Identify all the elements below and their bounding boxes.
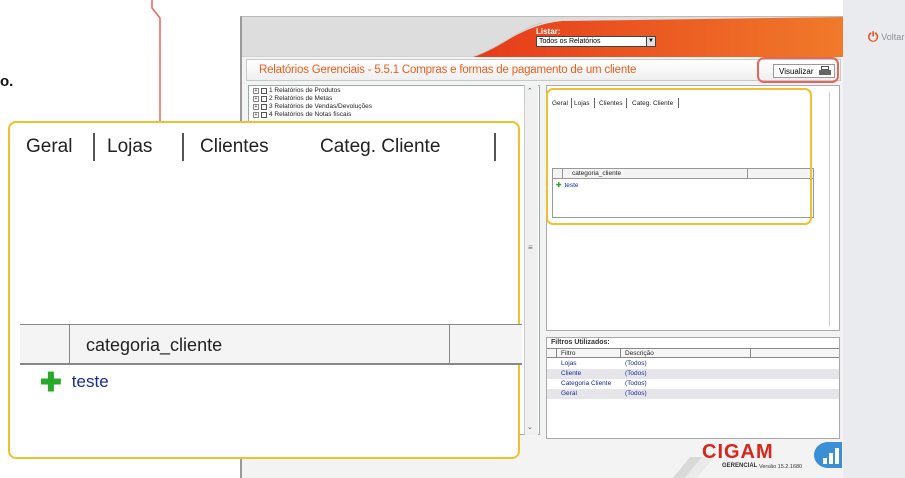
tab-categ-cliente-zoom[interactable]: Categ. Cliente	[320, 136, 440, 158]
categoria-grid-zoom: categoria_cliente ✚ teste	[20, 324, 522, 454]
filtro-descricao: (Todos)	[625, 360, 647, 367]
tree-item-label: 3 Relatórios de Vendas/Devoluções	[269, 103, 372, 110]
filtros-row[interactable]: Geral (Todos)	[547, 389, 839, 399]
scroll-grip-icon[interactable]: ≡	[528, 243, 533, 252]
highlight-box	[546, 88, 812, 225]
listar-label: Listar:	[536, 27, 561, 36]
panel-scrollbar[interactable]	[829, 92, 837, 326]
filtros-header: Filtro Descrição	[547, 348, 839, 358]
chart-bars-icon	[814, 442, 842, 468]
expand-icon[interactable]: +	[253, 95, 259, 102]
tab-geral-zoom[interactable]: Geral	[26, 136, 72, 158]
tab-separator	[93, 133, 95, 161]
tree-scrollbar[interactable]: ⌃ ≡ ⌄	[524, 85, 538, 435]
tree-item[interactable]: + 3 Relatórios de Vendas/Devoluções	[253, 103, 372, 110]
tree-checkbox[interactable]	[261, 95, 267, 102]
filtro-name: Lojas	[561, 360, 577, 367]
filtro-descricao: (Todos)	[625, 390, 647, 397]
filtro-name: Cliente	[561, 370, 582, 377]
voltar-button[interactable]: ⏻ Voltar	[868, 30, 904, 43]
filtro-descricao: (Todos)	[625, 370, 647, 377]
grid-header-corner	[20, 325, 70, 365]
tab-clientes-zoom[interactable]: Clientes	[200, 136, 269, 158]
listar-select[interactable]: Todos os Relatórios ▼	[536, 36, 656, 47]
filtros-col-filtro[interactable]: Filtro	[557, 349, 621, 358]
callout-box	[757, 57, 839, 83]
grid-column-header[interactable]: categoria_cliente	[70, 325, 450, 365]
filtros-row[interactable]: Lojas (Todos)	[547, 359, 839, 369]
tree-checkbox[interactable]	[261, 103, 267, 110]
filtros-header-corner	[547, 349, 557, 358]
tab-separator	[182, 133, 184, 161]
chevron-down-icon[interactable]: ▼	[646, 37, 655, 46]
scroll-up-icon[interactable]: ⌃	[527, 87, 533, 95]
filtros-panel: Filtros Utilizados: Filtro Descrição Loj…	[546, 337, 840, 439]
filtro-name: Geral	[561, 390, 577, 397]
tree-item[interactable]: + 1 Relatórios de Produtos	[253, 87, 341, 94]
grid-cell: teste	[71, 372, 109, 391]
tab-lojas-zoom[interactable]: Lojas	[107, 136, 152, 158]
title-bar: Relatórios Gerenciais - 5.5.1 Compras e …	[246, 59, 841, 81]
filtro-descricao: (Todos)	[625, 380, 647, 387]
tree-item-label: 2 Relatórios de Metas	[269, 95, 333, 102]
tree-item-label: 4 Relatórios de Notas fiscais	[269, 111, 352, 118]
expand-icon[interactable]: +	[253, 103, 259, 110]
expand-icon[interactable]: +	[253, 87, 259, 94]
logo-sub: GERENCIAL	[722, 463, 758, 469]
expand-icon[interactable]: +	[253, 111, 259, 118]
grid-header: categoria_cliente	[20, 325, 522, 365]
filtro-name: Categoria Cliente	[561, 380, 612, 387]
scroll-down-icon[interactable]: ⌄	[527, 423, 533, 431]
page-title: Relatórios Gerenciais - 5.5.1 Compras e …	[259, 64, 637, 76]
power-icon: ⏻	[868, 29, 879, 44]
grid-row[interactable]: ✚ teste	[40, 369, 109, 395]
tab-separator	[494, 133, 496, 161]
tree-item[interactable]: + 4 Relatórios de Notas fiscais	[253, 111, 351, 118]
right-sidebar	[843, 0, 905, 478]
logo-version: Versão 15.2.1680	[759, 464, 803, 470]
logo-brand: CIGAM	[702, 441, 774, 463]
cigam-logo: CIGAM GERENCIAL Versão 15.2.1680	[672, 437, 843, 478]
plus-icon[interactable]: ✚	[40, 369, 62, 395]
listar-selected-value: Todos os Relatórios	[539, 38, 601, 45]
tree-checkbox[interactable]	[261, 87, 267, 94]
voltar-label: Voltar	[881, 31, 905, 42]
zoom-callout: Geral Lojas Clientes Categ. Cliente cate…	[8, 121, 522, 459]
filtros-title: Filtros Utilizados:	[551, 339, 610, 346]
filtros-row[interactable]: Cliente (Todos)	[547, 369, 839, 379]
tree-item[interactable]: + 2 Relatórios de Metas	[253, 95, 332, 102]
tree-item-label: 1 Relatórios de Produtos	[269, 87, 341, 94]
tree-checkbox[interactable]	[261, 111, 267, 118]
filtros-col-descricao[interactable]: Descrição	[621, 349, 751, 358]
filtros-row[interactable]: Categoria Cliente (Todos)	[547, 379, 839, 389]
